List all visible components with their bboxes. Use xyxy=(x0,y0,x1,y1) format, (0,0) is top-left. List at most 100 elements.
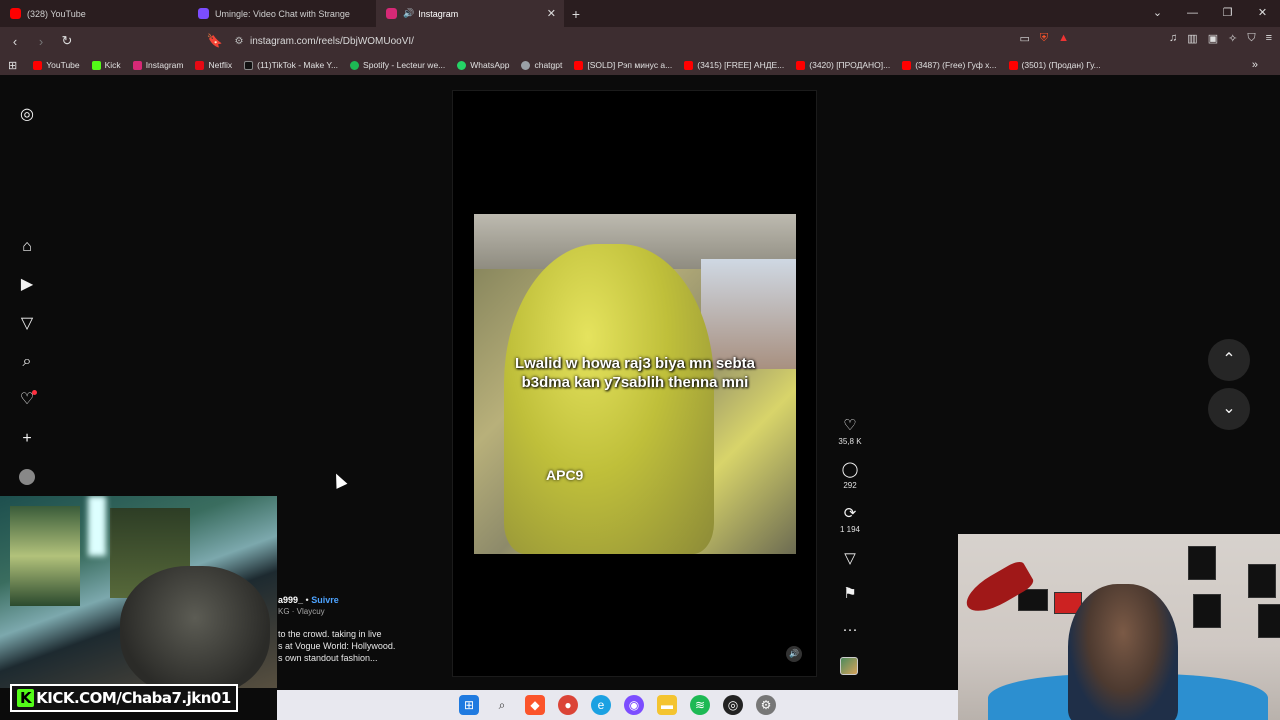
tiktok-icon xyxy=(244,60,254,70)
bookmark-item[interactable]: (3415) [FREE] АНДЕ... xyxy=(684,60,784,70)
chrome-icon[interactable]: ● xyxy=(558,695,578,715)
close-window-icon[interactable]: ✕ xyxy=(1245,0,1280,27)
brave-browser-icon[interactable]: ◆ xyxy=(525,695,545,715)
post-description: to the crowd. taking in live s at Vogue … xyxy=(278,629,396,663)
brave-shield-icon[interactable]: ⛨ xyxy=(1040,32,1048,45)
bookmark-item[interactable]: Kick xyxy=(91,60,121,70)
comment-icon[interactable]: ◯ xyxy=(836,461,864,479)
kick-channel-banner: K KICK.COM/Chaba7.jkn01 xyxy=(10,684,238,712)
settings-icon[interactable]: ⚙ xyxy=(756,695,776,715)
search-icon[interactable]: ⌕ xyxy=(492,695,512,715)
post-audio[interactable]: KG · Vlaycuy xyxy=(278,606,448,618)
share-action[interactable]: ▽ xyxy=(836,550,864,568)
share-icon[interactable]: ▽ xyxy=(836,550,864,568)
url-text: instagram.com/reels/DbjWOMUooVI/ xyxy=(250,35,414,47)
bookmark-item[interactable]: WhatsApp xyxy=(457,60,509,70)
toolbar-icons: ▭ ⛨ ▲ ♫ ▥ ▣ ✧ ⛉ ≡ xyxy=(1020,32,1273,45)
home-icon[interactable]: ⌂ xyxy=(17,237,37,257)
chatgpt-icon xyxy=(521,60,531,70)
instagram-icon xyxy=(132,60,142,70)
back-icon[interactable]: ‹ xyxy=(4,34,26,49)
leo-icon[interactable]: ✧ xyxy=(1228,32,1237,45)
new-tab-button[interactable]: + xyxy=(564,6,588,22)
repost-action[interactable]: ⟳ 1 194 xyxy=(836,505,864,534)
bookmark-item[interactable]: (3501) (Продан) Гу... xyxy=(1008,60,1101,70)
likes-count: 35,8 K xyxy=(838,437,862,446)
rewards-icon[interactable]: ▲ xyxy=(1058,32,1069,45)
more-icon[interactable]: ··· xyxy=(836,621,864,639)
tab-instagram[interactable]: 🔊 Instagram ✕ xyxy=(376,0,564,27)
spotify-icon[interactable]: ≋ xyxy=(690,695,710,715)
like-action[interactable]: ♡ 35,8 K xyxy=(836,417,864,446)
more-action[interactable]: ··· xyxy=(836,621,864,639)
netflix-icon xyxy=(195,60,205,70)
bookmark-item[interactable]: Instagram xyxy=(132,60,183,70)
browser-navbar: ‹ › ↻ 🔖 ⚙ instagram.com/reels/DbjWOMUooV… xyxy=(0,27,1280,55)
reload-icon[interactable]: ↻ xyxy=(56,33,78,49)
bookmark-item[interactable]: chatgpt xyxy=(521,60,562,70)
vpn-icon[interactable]: ⛉ xyxy=(1247,32,1255,45)
file-explorer-icon[interactable]: ▬ xyxy=(657,695,677,715)
bookmark-item[interactable]: Netflix xyxy=(195,60,232,70)
bookmark-item[interactable]: (11)TikTok - Make Y... xyxy=(244,60,338,70)
close-icon[interactable]: ✕ xyxy=(547,7,556,20)
profile-avatar[interactable] xyxy=(17,467,37,487)
create-icon[interactable]: + xyxy=(17,429,37,449)
reel-video[interactable]: Lwalid w howa raj3 biya mn sebta b3dma k… xyxy=(474,214,796,554)
tab-title: Instagram xyxy=(418,8,459,19)
tab-umingle[interactable]: Umingle: Video Chat with Strange xyxy=(188,0,376,27)
bookmark-item[interactable]: YouTube xyxy=(33,60,80,70)
search-icon[interactable]: ⌕ xyxy=(17,352,37,372)
bookmark-item[interactable]: [SOLD] Рэп минус а... xyxy=(574,60,672,70)
repost-icon[interactable]: ⟳ xyxy=(836,505,864,523)
comment-action[interactable]: ◯ 292 xyxy=(836,461,864,490)
youtube-icon xyxy=(684,60,694,70)
cast-icon[interactable]: ▭ xyxy=(1020,32,1030,45)
heart-icon[interactable]: ♡ xyxy=(836,417,864,435)
obs-icon[interactable]: ◎ xyxy=(723,695,743,715)
reel-caption: Lwalid w howa raj3 biya mn sebta b3dma k… xyxy=(514,355,756,391)
tab-list-icon[interactable]: ⌄ xyxy=(1140,0,1175,27)
menu-icon[interactable]: ≡ xyxy=(1266,32,1272,45)
sidebar-toggle-icon[interactable]: ▥ xyxy=(1187,32,1197,45)
audio-thumbnail[interactable] xyxy=(840,657,858,675)
volume-icon[interactable]: 🔊 xyxy=(786,646,802,662)
reposts-count: 1 194 xyxy=(839,525,861,534)
next-reel-button[interactable]: ⌄ xyxy=(1208,388,1250,430)
site-settings-icon[interactable]: ⚙ xyxy=(228,36,250,47)
reel-player[interactable]: Lwalid w howa raj3 biya mn sebta b3dma k… xyxy=(452,90,817,677)
previous-post-info: a999_ • Suivre KG · Vlaycuy to the crowd… xyxy=(278,594,448,664)
bookmark-item[interactable]: (3420) [ПРОДАНО]... xyxy=(796,60,890,70)
follow-button[interactable]: Suivre xyxy=(311,595,339,605)
messages-icon[interactable]: ▽ xyxy=(17,314,37,334)
youtube-icon xyxy=(902,60,912,70)
edge-icon[interactable]: e xyxy=(591,695,611,715)
wallet-icon[interactable]: ▣ xyxy=(1208,32,1218,45)
address-bar[interactable]: ⚙ instagram.com/reels/DbjWOMUooVI/ xyxy=(228,30,1048,52)
save-action[interactable]: ⚑ xyxy=(836,585,864,603)
music-icon[interactable]: ♫ xyxy=(1169,32,1177,45)
instagram-logo-icon[interactable]: ◎ xyxy=(17,105,37,125)
spotify-icon xyxy=(350,60,360,70)
restore-icon[interactable]: ❐ xyxy=(1210,0,1245,27)
bookmark-item[interactable]: (3487) (Free) Гуф x... xyxy=(902,60,997,70)
reels-icon[interactable]: ▶ xyxy=(17,275,37,295)
discord-icon[interactable]: ◉ xyxy=(624,695,644,715)
post-username[interactable]: a999_ xyxy=(278,595,303,605)
bookmark-item[interactable]: Spotify - Lecteur we... xyxy=(350,60,445,70)
streamer-webcam-left xyxy=(0,496,277,688)
bookmark-icon[interactable]: ⚑ xyxy=(836,585,864,603)
bookmark-icon[interactable]: 🔖 xyxy=(204,33,226,49)
windows-start-icon[interactable]: ⊞ xyxy=(459,695,479,715)
forward-icon[interactable]: › xyxy=(30,34,52,49)
youtube-icon xyxy=(1008,60,1018,70)
minimize-icon[interactable]: — xyxy=(1175,0,1210,27)
dot-separator: • xyxy=(305,595,309,605)
previous-reel-button[interactable]: ⌃ xyxy=(1208,339,1250,381)
bookmarks-bar: ⊞ YouTube Kick Instagram Netflix (11)Tik… xyxy=(0,55,1280,75)
notifications-icon[interactable]: ♡ xyxy=(17,390,37,410)
apps-icon[interactable]: ⊞ xyxy=(8,59,17,72)
tab-youtube[interactable]: (328) YouTube xyxy=(0,0,188,27)
kick-logo-icon: K xyxy=(17,689,35,707)
more-bookmarks-icon[interactable]: » xyxy=(1252,59,1258,71)
